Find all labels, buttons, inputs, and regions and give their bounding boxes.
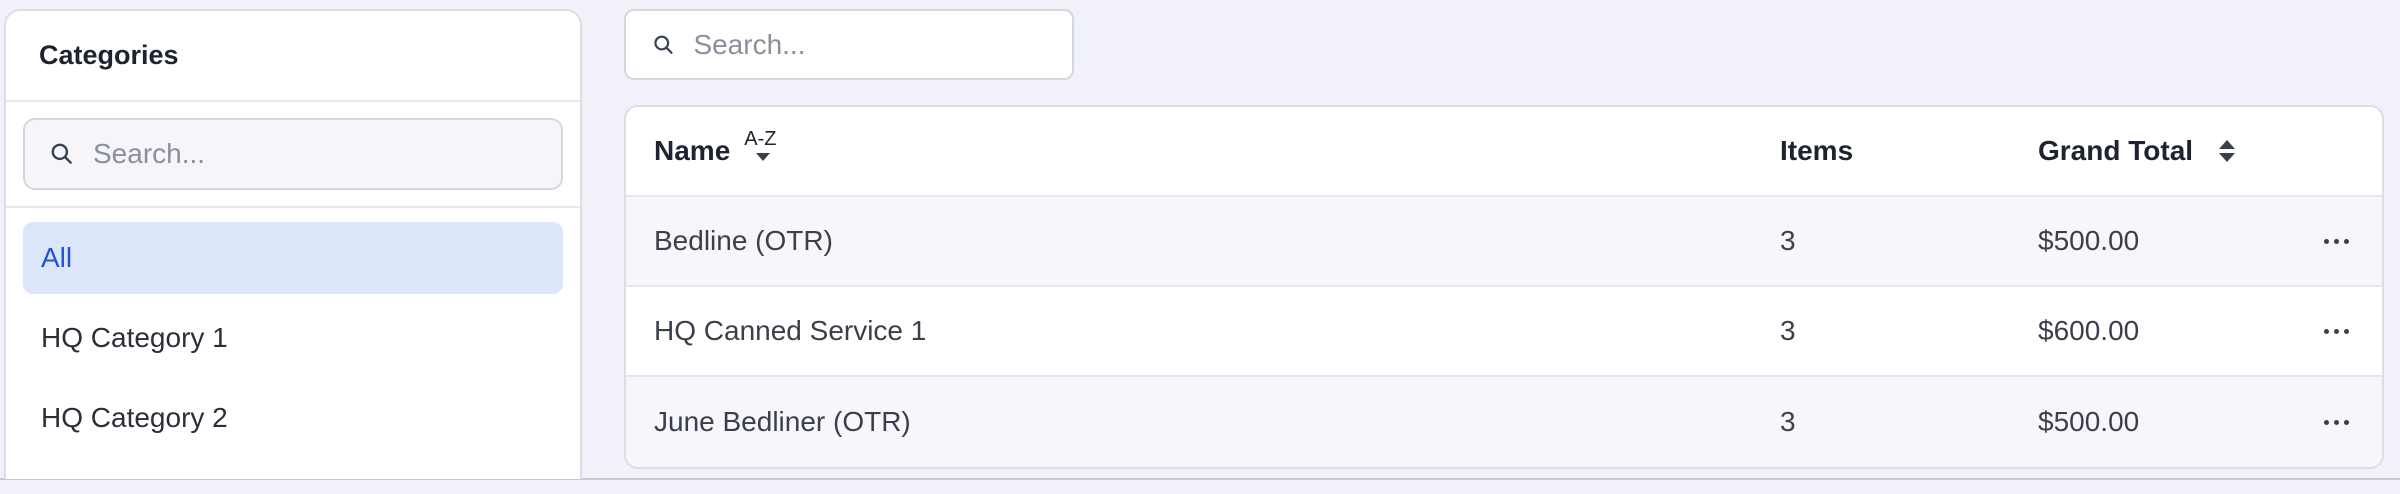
categories-sidebar: Categories All HQ Category 1 HQ Category… — [4, 9, 582, 479]
category-list: All HQ Category 1 HQ Category 2 — [6, 208, 580, 454]
column-header-items-label: Items — [1780, 135, 1854, 166]
row-name: HQ Canned Service 1 — [654, 315, 927, 346]
more-icon[interactable] — [2316, 377, 2356, 467]
table-row[interactable]: June Bedliner (OTR) 3 $500.00 — [626, 377, 2382, 467]
row-name: June Bedliner (OTR) — [654, 406, 911, 437]
sort-az-label: A-Z — [744, 128, 777, 150]
column-header-grand-total[interactable]: Grand Total — [2038, 107, 2236, 195]
category-item-label: HQ Category 1 — [41, 322, 228, 353]
table-header-row: Name A-Z Items Grand Total — [626, 107, 2382, 197]
more-icon[interactable] — [2316, 197, 2356, 285]
app-frame: Categories All HQ Category 1 HQ Category… — [0, 0, 2400, 480]
column-header-name-label: Name — [654, 135, 731, 166]
sidebar-search-wrapper — [6, 102, 580, 208]
category-item-label: All — [41, 242, 73, 273]
canned-services-table: Name A-Z Items Grand Total Bedline (OTR)… — [624, 105, 2384, 469]
sidebar-search[interactable] — [23, 118, 563, 190]
row-items: 3 — [1780, 225, 1796, 256]
sort-both-icon[interactable] — [2219, 140, 2236, 162]
sort-ascending-icon[interactable]: A-Z — [744, 128, 777, 161]
row-name: Bedline (OTR) — [654, 225, 833, 256]
search-icon — [654, 35, 673, 54]
more-icon[interactable] — [2316, 287, 2356, 375]
row-grand-total: $500.00 — [2038, 225, 2140, 256]
row-items: 3 — [1780, 406, 1796, 437]
category-item-hq-category-1[interactable]: HQ Category 1 — [23, 302, 563, 374]
row-grand-total: $600.00 — [2038, 315, 2140, 346]
table-row[interactable]: Bedline (OTR) 3 $500.00 — [626, 197, 2382, 287]
column-header-items[interactable]: Items — [1780, 107, 1853, 195]
main-search-input[interactable] — [693, 28, 1072, 61]
sort-up-icon — [2219, 140, 2236, 149]
category-item-hq-category-2[interactable]: HQ Category 2 — [23, 382, 563, 454]
row-grand-total: $500.00 — [2038, 406, 2140, 437]
sidebar-search-input[interactable] — [93, 138, 561, 170]
main-search[interactable] — [624, 9, 1074, 80]
sort-caret-icon — [756, 153, 771, 161]
category-item-all[interactable]: All — [23, 222, 563, 294]
search-icon — [51, 143, 72, 164]
category-item-label: HQ Category 2 — [41, 402, 228, 433]
sort-down-icon — [2219, 153, 2236, 162]
column-header-name[interactable]: Name A-Z — [654, 107, 776, 195]
column-header-grand-total-label: Grand Total — [2038, 135, 2194, 166]
sidebar-title: Categories — [6, 11, 580, 102]
row-items: 3 — [1780, 315, 1796, 346]
table-row[interactable]: HQ Canned Service 1 3 $600.00 — [626, 287, 2382, 377]
